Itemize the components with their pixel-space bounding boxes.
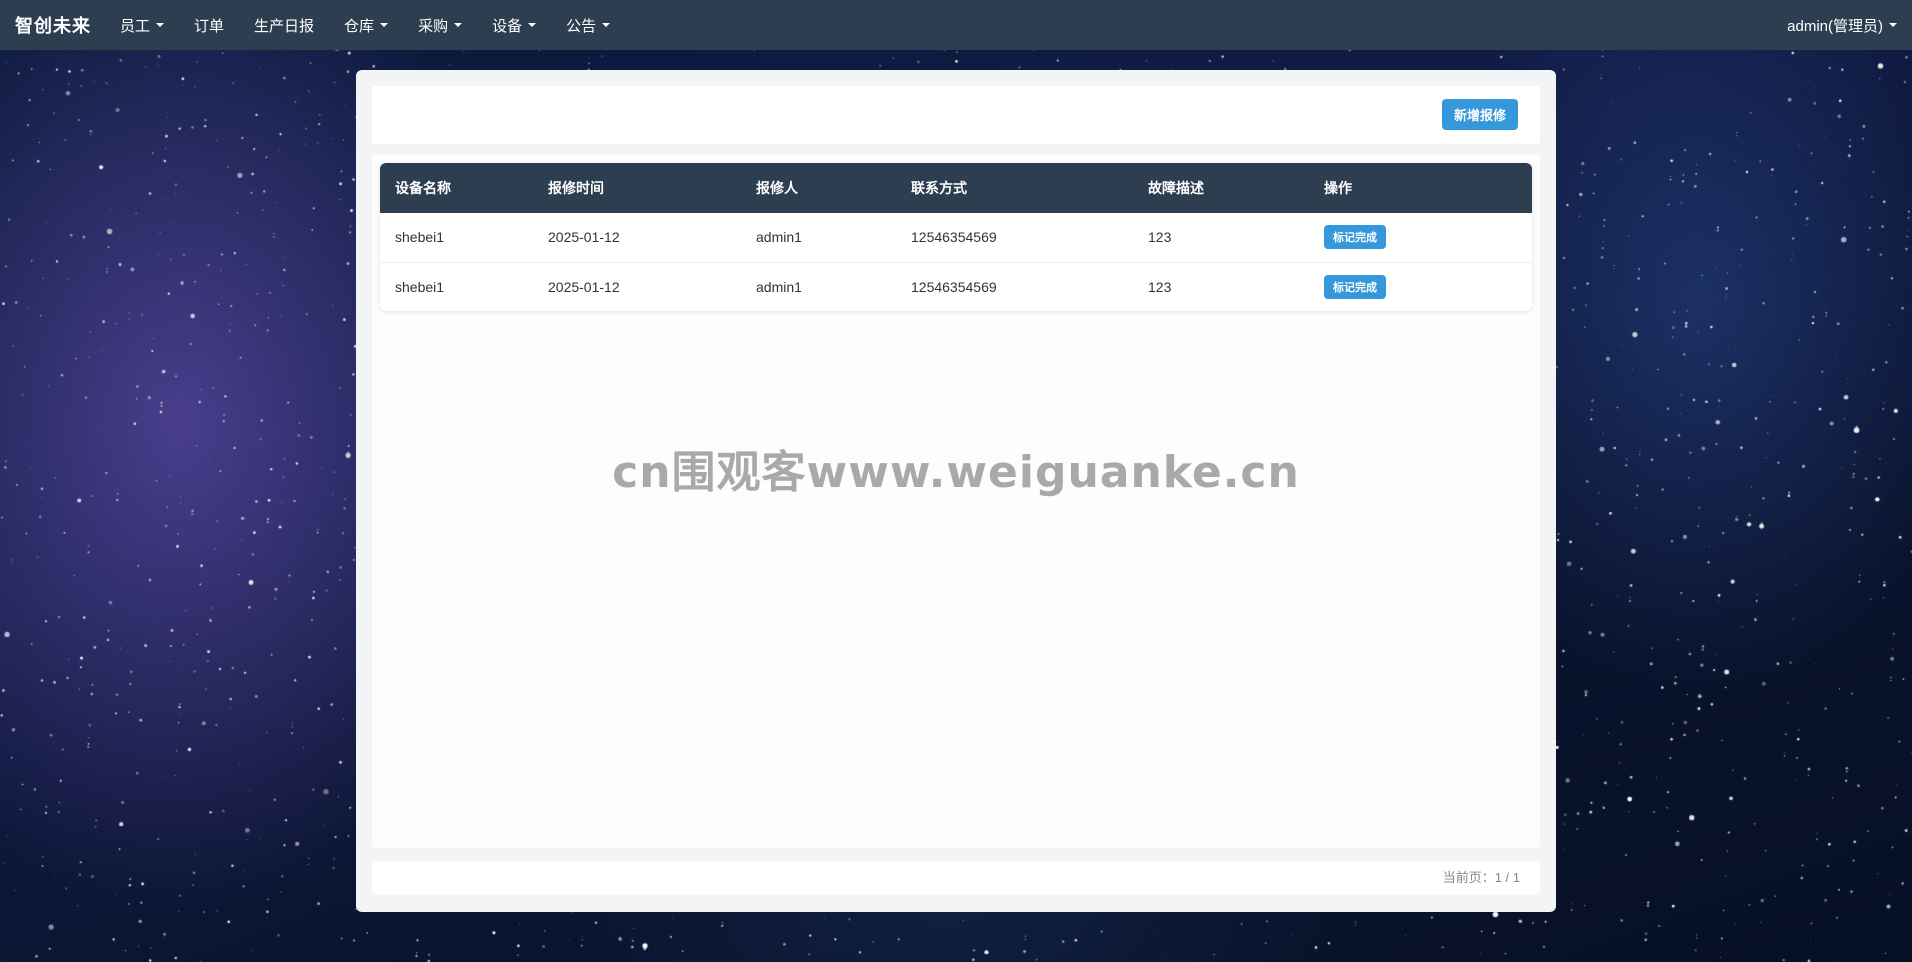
main-container: 新增报修 设备名称 报修时间 报修人 联系方式 故障描述 操作 shebei1 …: [356, 70, 1556, 912]
mark-complete-button[interactable]: 标记完成: [1324, 225, 1386, 250]
cell-reporter: admin1: [756, 278, 802, 295]
user-menu[interactable]: admin(管理员): [1772, 0, 1912, 50]
nav-equipment-label: 设备: [492, 17, 523, 35]
mark-complete-button[interactable]: 标记完成: [1324, 274, 1386, 299]
table-row: shebei1 2025-01-12 admin1 12546354569 12…: [380, 262, 1532, 311]
watermark-text: cn围观客www.weiguanke.cn: [612, 447, 1300, 498]
cell-description: 123: [1133, 213, 1309, 263]
caret-down-icon: [454, 23, 463, 27]
repair-list-panel: 设备名称 报修时间 报修人 联系方式 故障描述 操作 shebei1 2025-…: [372, 154, 1540, 848]
brand-logo[interactable]: 智创未来: [0, 12, 105, 38]
cell-contact: 12546354569: [896, 213, 1133, 263]
caret-down-icon: [528, 23, 537, 27]
toolbar-card: 新增报修: [372, 86, 1540, 144]
cell-time: 2025-01-12: [533, 213, 741, 263]
pagination-bar: 当前页：1 / 1: [372, 861, 1540, 895]
nav-notice[interactable]: 公告: [551, 0, 625, 50]
cell-reporter: admin1: [741, 213, 896, 263]
nav-warehouse[interactable]: 仓库: [329, 0, 403, 50]
cell-action: 标记完成: [1309, 262, 1532, 311]
nav-warehouse-label: 仓库: [344, 17, 375, 35]
repair-table: 设备名称 报修时间 报修人 联系方式 故障描述 操作 shebei1 2025-…: [380, 163, 1532, 311]
nav-daily-report[interactable]: 生产日报: [239, 0, 329, 50]
table-row: shebei1 2025-01-12 admin1 12546354569 12…: [380, 213, 1532, 263]
add-repair-button[interactable]: 新增报修: [1441, 99, 1518, 130]
column-header-contact: 联系方式: [911, 180, 967, 196]
pagination-label: 当前页：1 / 1: [1442, 870, 1520, 885]
column-header-time: 报修时间: [548, 180, 604, 196]
nav-equipment[interactable]: 设备: [477, 0, 551, 50]
nav-daily-report-label: 生产日报: [254, 17, 315, 35]
cell-action: 标记完成: [1309, 213, 1532, 263]
caret-down-icon: [156, 23, 165, 27]
nav-purchase-label: 采购: [418, 17, 449, 35]
user-menu-label: admin(管理员): [1787, 17, 1883, 35]
caret-down-icon: [602, 23, 611, 27]
table-header-row: 设备名称 报修时间 报修人 联系方式 故障描述 操作: [380, 163, 1532, 213]
nav-orders-label: 订单: [194, 17, 225, 35]
column-header-device: 设备名称: [395, 180, 451, 196]
cell-description: 123: [1148, 278, 1172, 295]
top-navbar: 智创未来 员工 订单 生产日报 仓库 采购 设备 公告 admin(管理员): [0, 0, 1912, 50]
nav-purchase[interactable]: 采购: [403, 0, 477, 50]
nav-employee[interactable]: 员工: [105, 0, 179, 50]
cell-time: 2025-01-12: [548, 278, 620, 295]
column-header-action: 操作: [1324, 180, 1352, 196]
cell-device: shebei1: [395, 278, 445, 295]
cell-contact: 12546354569: [911, 278, 997, 295]
column-header-description: 故障描述: [1148, 180, 1204, 196]
column-header-reporter: 报修人: [756, 180, 798, 196]
caret-down-icon: [1889, 23, 1897, 27]
repair-table-wrapper: 设备名称 报修时间 报修人 联系方式 故障描述 操作 shebei1 2025-…: [380, 163, 1532, 311]
nav-orders[interactable]: 订单: [179, 0, 239, 50]
nav-notice-label: 公告: [566, 17, 597, 35]
cell-device: shebei1: [380, 213, 533, 263]
nav-employee-label: 员工: [120, 17, 151, 35]
caret-down-icon: [380, 23, 389, 27]
